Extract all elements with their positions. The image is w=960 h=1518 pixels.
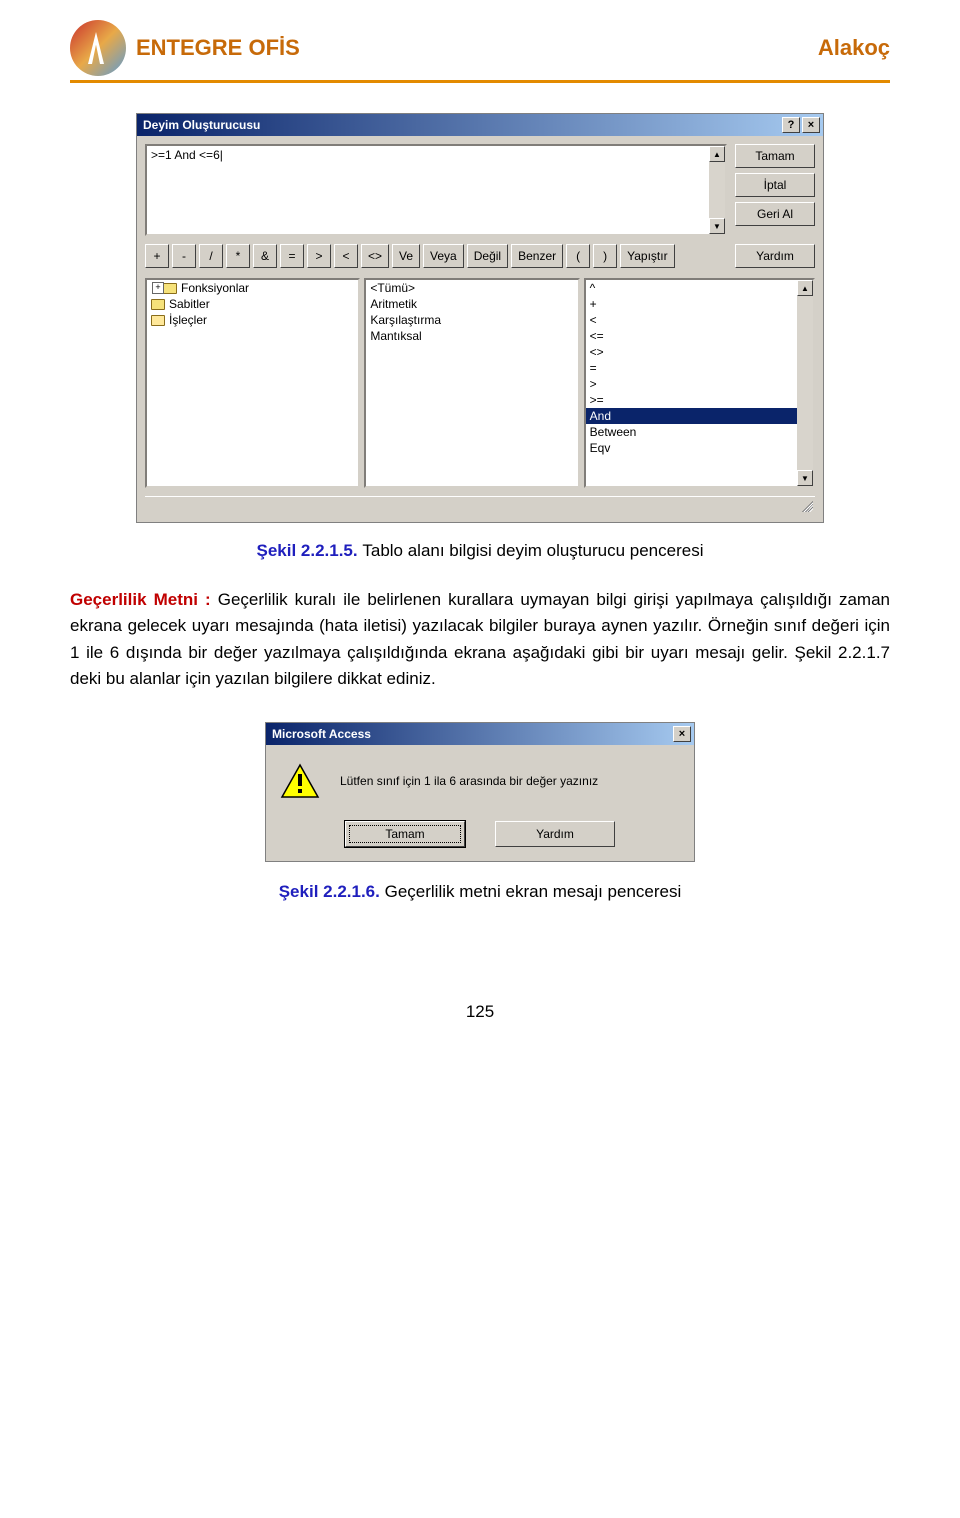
subcategory-list-item[interactable]: Aritmetik (366, 296, 577, 312)
subcategory-list-item[interactable]: <Tümü> (366, 280, 577, 296)
operator-button[interactable]: Veya (423, 244, 464, 268)
close-titlebar-button[interactable]: × (802, 117, 820, 133)
category-list-item[interactable]: Fonksiyonlar (147, 280, 358, 296)
help-button[interactable]: Yardım (735, 244, 815, 268)
operator-button[interactable]: Değil (467, 244, 508, 268)
msgbox-message: Lütfen sınıf için 1 ila 6 arasında bir d… (340, 774, 598, 788)
operator-list-item[interactable]: + (586, 296, 797, 312)
operator-list-item[interactable]: < (586, 312, 797, 328)
help-titlebar-button[interactable]: ? (782, 117, 800, 133)
operator-button[interactable]: Benzer (511, 244, 563, 268)
operator-list-item[interactable]: = (586, 360, 797, 376)
operator-list-item[interactable]: <> (586, 344, 797, 360)
header-left: ENTEGRE OFİS (70, 20, 300, 76)
operator-button[interactable]: ) (593, 244, 617, 268)
operator-button[interactable]: < (334, 244, 358, 268)
operator-button[interactable]: Ve (392, 244, 420, 268)
subcategory-list[interactable]: <Tümü>AritmetikKarşılaştırmaMantıksal (364, 278, 579, 488)
textarea-scrollbar[interactable]: ▲ ▼ (709, 146, 725, 234)
scroll-up-icon[interactable]: ▲ (797, 280, 813, 296)
operator-button[interactable]: <> (361, 244, 389, 268)
resize-grip-icon[interactable] (799, 498, 813, 512)
expression-value: >=1 And <=6| (151, 148, 223, 162)
message-box-dialog: Microsoft Access × Lütfen sınıf için 1 i… (265, 722, 695, 862)
figure-text: Geçerlilik metni ekran mesajı penceresi (385, 882, 682, 901)
operator-list[interactable]: ^+<<=<>=>>=AndBetweenEqv ▲ ▼ (584, 278, 815, 488)
operator-button[interactable]: & (253, 244, 277, 268)
list-scrollbar[interactable]: ▲ ▼ (797, 280, 813, 486)
msgbox-titlebar[interactable]: Microsoft Access × (266, 723, 694, 745)
header-divider (70, 80, 890, 83)
operator-toolbar: +-/*&=><<>VeVeyaDeğilBenzer()Yapıştır (145, 244, 727, 268)
expression-builder-dialog: Deyim Oluşturucusu ? × >=1 And <=6| ▲ ▼ … (136, 113, 824, 523)
logo-icon (70, 20, 126, 76)
dialog-title: Deyim Oluşturucusu (143, 118, 780, 132)
dialog-titlebar[interactable]: Deyim Oluşturucusu ? × (137, 114, 823, 136)
operator-button[interactable]: + (145, 244, 169, 268)
dialog-statusbar (145, 496, 815, 514)
msgbox-help-button[interactable]: Yardım (495, 821, 615, 847)
header-title-left: ENTEGRE OFİS (136, 35, 300, 61)
category-list-item[interactable]: İşleçler (147, 312, 358, 328)
folder-icon (151, 299, 165, 310)
para-label: Geçerlilik Metni : (70, 590, 211, 609)
msgbox-close-button[interactable]: × (673, 726, 691, 742)
scroll-down-icon[interactable]: ▼ (797, 470, 813, 486)
category-list-item[interactable]: Sabitler (147, 296, 358, 312)
operator-list-item[interactable]: Eqv (586, 440, 797, 456)
cancel-button[interactable]: İptal (735, 173, 815, 197)
warning-icon (280, 763, 320, 799)
scroll-down-icon[interactable]: ▼ (709, 218, 725, 234)
operator-list-item[interactable]: >= (586, 392, 797, 408)
folder-icon (151, 315, 165, 326)
undo-button[interactable]: Geri Al (735, 202, 815, 226)
figure-text: Tablo alanı bilgisi deyim oluşturucu pen… (362, 541, 703, 560)
operator-button[interactable]: = (280, 244, 304, 268)
msgbox-title: Microsoft Access (272, 727, 671, 741)
operator-button[interactable]: - (172, 244, 196, 268)
operator-list-item[interactable]: ^ (586, 280, 797, 296)
operator-list-item[interactable]: <= (586, 328, 797, 344)
header-title-right: Alakoç (818, 35, 890, 61)
body-paragraph: Geçerlilik Metni : Geçerlilik kuralı ile… (70, 587, 890, 692)
figure-caption-2: Şekil 2.2.1.6. Geçerlilik metni ekran me… (70, 882, 890, 902)
operator-list-item[interactable]: > (586, 376, 797, 392)
expression-textarea[interactable]: >=1 And <=6| ▲ ▼ (145, 144, 727, 236)
subcategory-list-item[interactable]: Mantıksal (366, 328, 577, 344)
figure-number: Şekil 2.2.1.6. (279, 882, 380, 901)
operator-button[interactable]: Yapıştır (620, 244, 674, 268)
figure-number: Şekil 2.2.1.5. (256, 541, 357, 560)
page-number: 125 (70, 1002, 890, 1022)
operator-button[interactable]: > (307, 244, 331, 268)
subcategory-list-item[interactable]: Karşılaştırma (366, 312, 577, 328)
operator-button[interactable]: / (199, 244, 223, 268)
folder-icon (163, 283, 177, 294)
ok-button[interactable]: Tamam (735, 144, 815, 168)
figure-caption-1: Şekil 2.2.1.5. Tablo alanı bilgisi deyim… (70, 541, 890, 561)
category-list[interactable]: FonksiyonlarSabitlerİşleçler (145, 278, 360, 488)
msgbox-ok-button[interactable]: Tamam (345, 821, 465, 847)
page-header: ENTEGRE OFİS Alakoç (70, 20, 890, 76)
operator-button[interactable]: * (226, 244, 250, 268)
operator-list-item[interactable]: And (586, 408, 797, 424)
operator-list-item[interactable]: Between (586, 424, 797, 440)
operator-button[interactable]: ( (566, 244, 590, 268)
scroll-up-icon[interactable]: ▲ (709, 146, 725, 162)
